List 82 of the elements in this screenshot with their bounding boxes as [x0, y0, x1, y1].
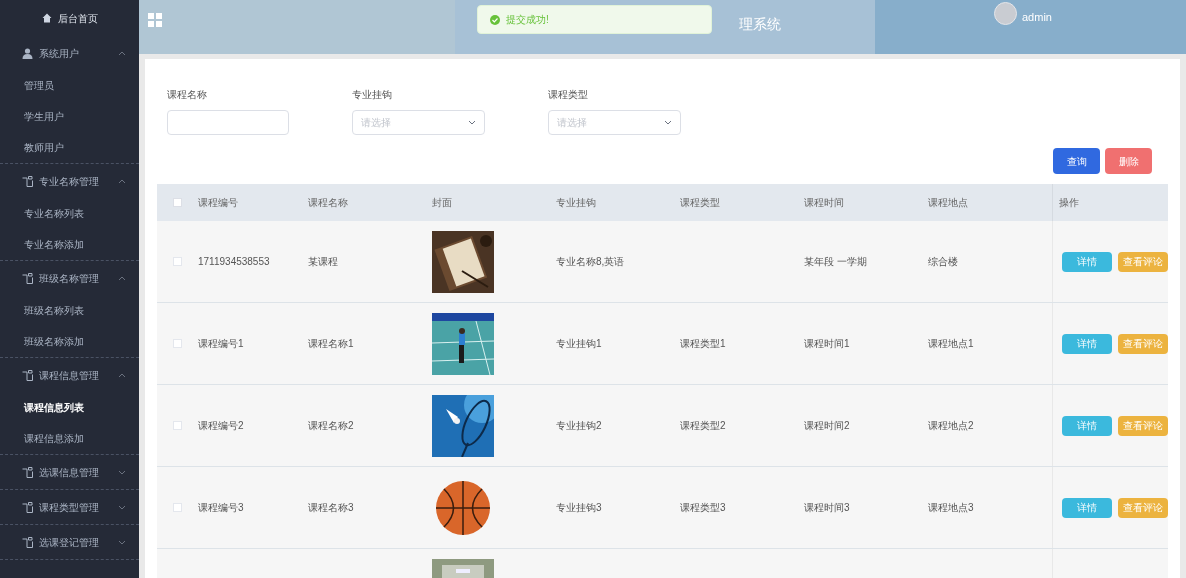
table-cell: 专业挂钩1: [556, 338, 602, 349]
chevron-down-icon: [664, 120, 672, 125]
username: admin: [1022, 10, 1052, 25]
menu-group-label: 选课信息管理: [39, 465, 100, 480]
column-header: 专业挂钩: [556, 197, 596, 208]
menu-item[interactable]: 专业名称添加: [0, 229, 139, 260]
chevron-up-icon: [118, 372, 126, 378]
table-cell: 某课程: [308, 256, 338, 267]
chevron-down-icon: [468, 120, 476, 125]
chevron-down-icon: [118, 539, 126, 545]
table-cell: 专业挂钩3: [556, 502, 602, 513]
chevron-down-icon: [118, 504, 126, 510]
table-cell: 专业挂钩2: [556, 420, 602, 431]
table-cell: 课程编号1: [198, 338, 244, 349]
menu-group[interactable]: 系统用户: [0, 36, 139, 70]
toast-message: 提交成功!: [506, 13, 549, 27]
menu-group[interactable]: 选课信息管理: [0, 455, 139, 489]
user-icon: [22, 47, 33, 59]
table-cell: 专业名称8,英语: [556, 256, 625, 267]
select-all-checkbox[interactable]: [173, 198, 182, 207]
system-title: 理系统: [739, 15, 781, 34]
table-cell: 课程时间2: [804, 420, 850, 431]
menu-group[interactable]: 课程类型管理: [0, 490, 139, 524]
menu-group-label: 课程类型管理: [39, 500, 100, 515]
table-cell: 课程名称3: [308, 502, 354, 513]
table-cell: 课程时间1: [804, 338, 850, 349]
menu-item[interactable]: 班级名称列表: [0, 295, 139, 326]
filter-label: 专业挂钩: [352, 88, 393, 102]
table-cell: 课程编号3: [198, 502, 244, 513]
chevron-up-icon: [118, 50, 126, 56]
table-cell: 课程地点2: [928, 420, 974, 431]
home-link[interactable]: 后台首页: [57, 10, 98, 26]
text-field[interactable]: [167, 110, 289, 135]
table-cell: 课程类型1: [680, 338, 726, 349]
column-header: 封面: [432, 197, 452, 208]
row-checkbox[interactable]: [173, 257, 182, 266]
menu-group-label: 系统用户: [39, 46, 80, 61]
table-cell: 课程时间3: [804, 502, 850, 513]
table-cell: 课程类型2: [680, 420, 726, 431]
menu-item[interactable]: 学生用户: [0, 101, 139, 132]
menu-group[interactable]: 专业名称管理: [0, 164, 139, 198]
menu-item[interactable]: 课程信息列表: [0, 392, 139, 423]
row-checkbox[interactable]: [173, 503, 182, 512]
avatar: [994, 2, 1017, 25]
table-cell: 某年段 一学期: [804, 256, 867, 267]
menu-group-label: 课程信息管理: [39, 368, 100, 383]
column-header: 操作: [1059, 196, 1079, 210]
grid-icon[interactable]: [148, 13, 162, 27]
row-checkbox[interactable]: [173, 421, 182, 430]
chevron-up-icon: [118, 178, 126, 184]
menu-item[interactable]: 班级名称添加: [0, 326, 139, 357]
column-header: 课程类型: [680, 197, 720, 208]
column-header: 课程地点: [928, 197, 968, 208]
menu-item[interactable]: 教师用户: [0, 132, 139, 163]
search-button[interactable]: 查询: [1053, 148, 1100, 174]
menu-group-label: 选课登记管理: [39, 535, 100, 550]
table-cell: 课程名称1: [308, 338, 354, 349]
column-header: 课程编号: [198, 197, 238, 208]
menu-group[interactable]: 课程信息管理: [0, 358, 139, 392]
column-header: 课程名称: [308, 197, 348, 208]
menu-group-label: 专业名称管理: [39, 174, 100, 189]
menu-group-label: 班级名称管理: [39, 271, 100, 286]
chevron-down-icon: [118, 469, 126, 475]
table-cell: 课程地点1: [928, 338, 974, 349]
column-header: 课程时间: [804, 197, 844, 208]
check-circle-icon: [490, 14, 500, 25]
table-cell: 课程编号2: [198, 420, 244, 431]
menu-item[interactable]: 课程信息添加: [0, 423, 139, 454]
home-icon: [41, 13, 52, 23]
menu-group[interactable]: 班级名称管理: [0, 261, 139, 295]
table-cell: 综合楼: [928, 256, 958, 267]
filter-label: 课程类型: [548, 88, 589, 102]
table-cell: 1711934538553: [198, 256, 270, 267]
menu-group[interactable]: 选课登记管理: [0, 525, 139, 559]
table-cell: 课程名称2: [308, 420, 354, 431]
menu-item[interactable]: 管理员: [0, 70, 139, 101]
chevron-up-icon: [118, 275, 126, 281]
menu-item[interactable]: 专业名称列表: [0, 198, 139, 229]
table-cell: 课程地点3: [928, 502, 974, 513]
row-checkbox[interactable]: [173, 339, 182, 348]
table-cell: 课程类型3: [680, 502, 726, 513]
filter-label: 课程名称: [167, 88, 208, 102]
